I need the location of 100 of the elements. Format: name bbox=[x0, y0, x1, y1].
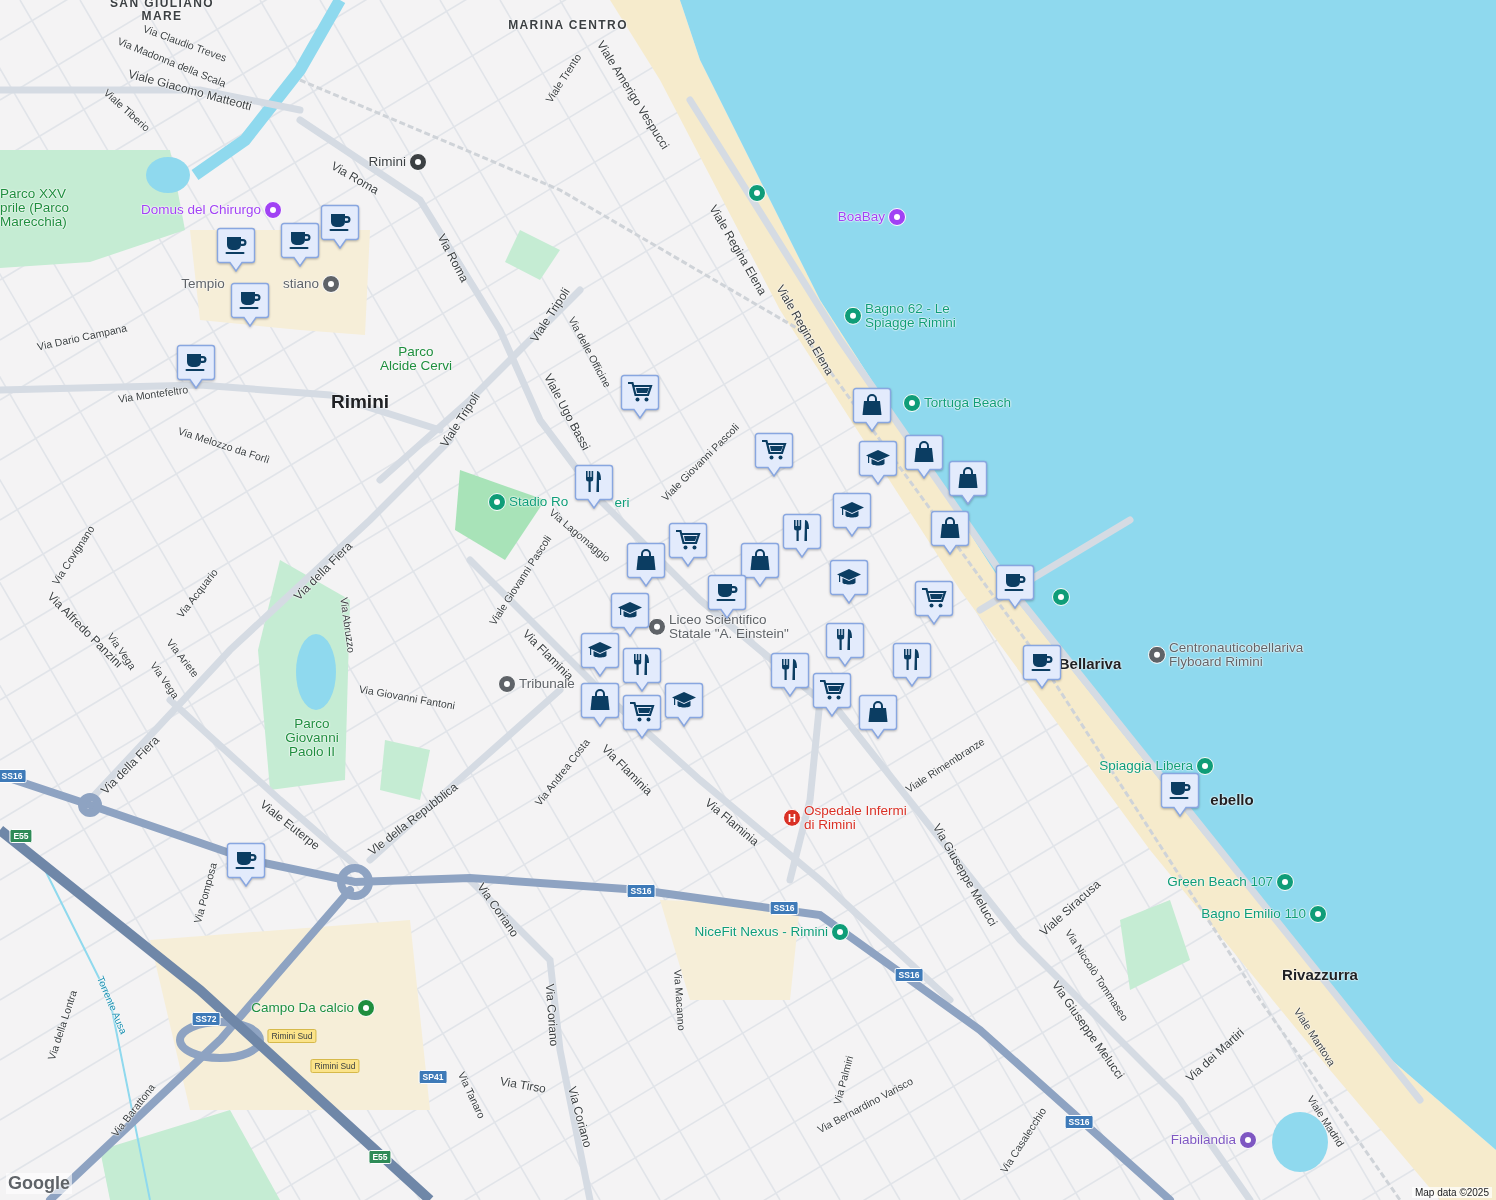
street-label: Via Macanno bbox=[671, 969, 689, 1031]
school-marker[interactable] bbox=[832, 492, 872, 538]
road-shield: SS16 bbox=[1064, 1115, 1094, 1129]
road-shield: E55 bbox=[9, 829, 33, 843]
grocery-marker[interactable] bbox=[622, 694, 662, 740]
coffee-marker[interactable] bbox=[280, 222, 320, 268]
street-label: Via della Lontra bbox=[45, 988, 79, 1062]
shopping-cart-icon bbox=[676, 529, 701, 550]
restaurant-marker[interactable] bbox=[574, 464, 614, 510]
shopping-bag-icon bbox=[868, 701, 888, 722]
coffee-cup-icon bbox=[1169, 782, 1191, 799]
fork-knife-icon bbox=[634, 654, 649, 675]
shopping-cart-icon bbox=[922, 587, 947, 608]
fork-knife-icon bbox=[782, 659, 797, 680]
coffee-cup-icon bbox=[289, 232, 311, 249]
place-name-label[interactable]: Parco XXV prile (Parco Marecchia) bbox=[0, 186, 70, 230]
coffee-cup-icon bbox=[239, 292, 261, 309]
coffee-marker[interactable] bbox=[320, 204, 360, 250]
coffee-cup-icon bbox=[235, 852, 257, 869]
street-label: Via Montefeltro bbox=[117, 383, 189, 405]
poi-label[interactable]: Fiabilandia bbox=[1170, 1132, 1236, 1148]
fork-knife-icon bbox=[794, 520, 809, 541]
place-label: SAN GIULIANO MARE bbox=[109, 0, 215, 23]
road-shield: SS16 bbox=[769, 901, 799, 915]
place-label: Bellariva bbox=[1058, 656, 1122, 672]
grocery-marker[interactable] bbox=[914, 580, 954, 626]
place-label: Rivazzurra bbox=[1282, 967, 1358, 983]
school-marker[interactable] bbox=[858, 440, 898, 486]
coffee-cup-icon bbox=[329, 214, 351, 231]
shopping-cart-icon bbox=[628, 381, 653, 402]
poi-label[interactable]: Spiaggia Libera bbox=[1099, 758, 1193, 774]
restaurant-marker[interactable] bbox=[770, 652, 810, 698]
road-shield: SS16 bbox=[894, 968, 924, 982]
school-marker[interactable] bbox=[580, 632, 620, 678]
school-marker[interactable] bbox=[829, 559, 869, 605]
coffee-marker[interactable] bbox=[230, 282, 270, 328]
poi-label[interactable]: Rimini bbox=[368, 154, 406, 170]
place-name-label[interactable]: Parco Giovanni Paolo II bbox=[285, 716, 339, 760]
poi-label[interactable]: Centronauticobellariva Flyboard Rimini bbox=[1169, 640, 1304, 670]
street-label: Via Tanaro bbox=[456, 1069, 488, 1121]
road-shield: E55 bbox=[368, 1150, 392, 1164]
poi-label[interactable]: Bagno 62 - Le Spiagge Rimini bbox=[865, 301, 956, 331]
place-label: Rimini bbox=[330, 392, 390, 412]
shopping-bag-icon bbox=[862, 394, 882, 415]
shopping-marker[interactable] bbox=[930, 510, 970, 556]
coffee-marker[interactable] bbox=[1022, 644, 1062, 690]
coffee-marker[interactable] bbox=[1160, 772, 1200, 818]
coffee-marker[interactable] bbox=[216, 227, 256, 273]
place-name-label[interactable]: Parco Alcide Cervi bbox=[380, 344, 452, 374]
restaurant-marker[interactable] bbox=[622, 647, 662, 693]
road-shield: SP41 bbox=[418, 1070, 448, 1084]
shopping-marker[interactable] bbox=[626, 542, 666, 588]
school-marker[interactable] bbox=[664, 682, 704, 728]
grocery-marker[interactable] bbox=[754, 432, 794, 478]
shopping-bag-icon bbox=[914, 441, 934, 462]
poi-label[interactable]: Liceo Scientifico Statale "A. Einstein" bbox=[669, 612, 789, 642]
restaurant-marker[interactable] bbox=[782, 513, 822, 559]
street-label: Via Coriano bbox=[565, 1085, 595, 1149]
place-label: MARINA CENTRO bbox=[508, 18, 628, 32]
coffee-cup-icon bbox=[225, 237, 247, 254]
poi-label[interactable]: Domus del Chirurgo bbox=[140, 202, 261, 218]
poi-label[interactable]: Campo Da calcio bbox=[251, 1000, 354, 1016]
coffee-marker[interactable] bbox=[995, 564, 1035, 610]
school-marker[interactable] bbox=[610, 592, 650, 638]
grocery-marker[interactable] bbox=[668, 522, 708, 568]
grocery-marker[interactable] bbox=[812, 672, 852, 718]
shopping-bag-icon bbox=[590, 689, 610, 710]
poi-label[interactable]: Tortuga Beach bbox=[924, 395, 1012, 411]
shopping-marker[interactable] bbox=[580, 682, 620, 728]
street-label: Via Giovanni Fantoni bbox=[358, 682, 456, 712]
coffee-cup-icon bbox=[716, 584, 738, 601]
street-label: Via Tirso bbox=[498, 1074, 548, 1096]
place-name-label[interactable]: Tempio bbox=[181, 276, 225, 292]
poi-label[interactable]: Green Beach 107 bbox=[1167, 874, 1273, 890]
shopping-cart-icon bbox=[762, 439, 787, 460]
road-shield: Rimini Sud bbox=[310, 1059, 360, 1073]
coffee-cup-icon bbox=[1004, 574, 1026, 591]
street-label: Via Abruzzo bbox=[338, 596, 358, 654]
shopping-bag-icon bbox=[940, 517, 960, 538]
shopping-marker[interactable] bbox=[858, 694, 898, 740]
shopping-marker[interactable] bbox=[852, 387, 892, 433]
shopping-marker[interactable] bbox=[904, 434, 944, 480]
grocery-marker[interactable] bbox=[620, 374, 660, 420]
restaurant-marker[interactable] bbox=[892, 642, 932, 688]
poi-label[interactable]: Ospedale Infermi di Rimini bbox=[804, 803, 907, 833]
shopping-cart-icon bbox=[820, 679, 845, 700]
place-name-label[interactable]: eri bbox=[614, 495, 630, 511]
poi-label[interactable]: Bagno Emilio 110 bbox=[1201, 906, 1306, 922]
poi-label[interactable]: stiano bbox=[282, 276, 319, 292]
restaurant-marker[interactable] bbox=[825, 622, 865, 668]
coffee-marker[interactable] bbox=[226, 842, 266, 888]
poi-label[interactable]: BoaBay bbox=[837, 209, 885, 225]
shopping-marker[interactable] bbox=[740, 542, 780, 588]
park-area bbox=[505, 230, 560, 280]
poi-label[interactable]: NiceFit Nexus - Rimini bbox=[694, 924, 828, 940]
fork-knife-icon bbox=[837, 629, 852, 650]
shopping-marker[interactable] bbox=[948, 460, 988, 506]
google-logo[interactable]: Google bbox=[6, 1173, 72, 1194]
shopping-bag-icon bbox=[958, 467, 978, 488]
poi-label[interactable]: Stadio Ro bbox=[509, 494, 569, 510]
